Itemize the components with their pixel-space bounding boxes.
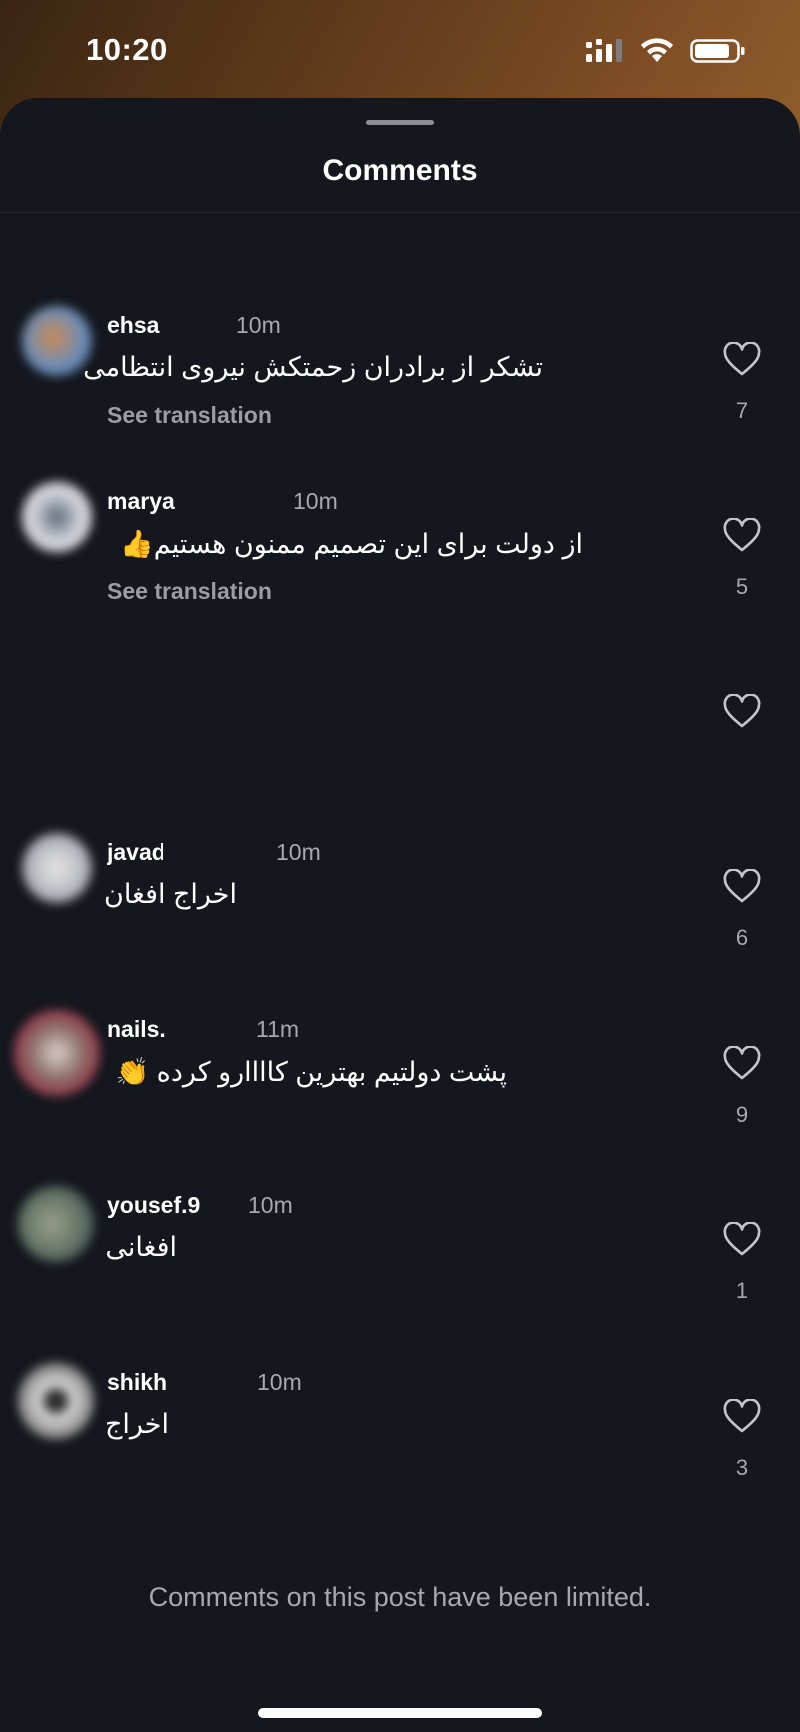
home-indicator[interactable] <box>258 1708 542 1718</box>
comment-text: اخراج <box>104 1409 169 1439</box>
avatar[interactable] <box>22 306 92 376</box>
comment-time: 10m <box>236 312 281 338</box>
comment-text: افغانی <box>105 1232 177 1262</box>
like-count: 3 <box>735 1455 749 1480</box>
comment-username[interactable]: yousef.9 <box>107 1192 203 1219</box>
comment-time: 10m <box>248 1192 293 1218</box>
sheet-grabber[interactable] <box>366 120 434 125</box>
comment-username[interactable]: shikh <box>107 1369 173 1396</box>
avatar[interactable] <box>18 1186 94 1262</box>
comment-text: تشکر از برادران زحمتکش نیروی انتظامی <box>83 352 543 382</box>
like-heart-icon[interactable] <box>722 1399 762 1435</box>
comment-username[interactable]: javad <box>107 839 163 866</box>
comment-username[interactable]: nails. <box>107 1016 169 1043</box>
like-count: 6 <box>735 925 749 950</box>
like-heart-icon[interactable] <box>722 1222 762 1258</box>
like-heart-icon[interactable] <box>722 869 762 905</box>
comment-text: اخراج افغان <box>103 879 237 909</box>
like-heart-icon[interactable] <box>722 342 762 378</box>
comment-time: 11m <box>256 1016 300 1042</box>
avatar[interactable] <box>22 482 92 552</box>
comments-limited-note: Comments on this post have been limited. <box>148 1582 652 1612</box>
comment-text: پشت دولتیم بهترین کاااارو کرده 👏 <box>115 1057 507 1087</box>
avatar[interactable] <box>14 1010 100 1096</box>
screen: 10:20 Comments ehsa 10m تشکر از برادران … <box>0 0 800 1732</box>
like-heart-icon[interactable] <box>722 1046 762 1082</box>
like-count: 5 <box>735 574 749 599</box>
comment-username[interactable]: marya <box>107 488 183 515</box>
sheet-title: Comments <box>322 154 478 187</box>
avatar[interactable] <box>18 1363 94 1439</box>
signal-icon <box>586 39 622 62</box>
see-translation-link[interactable]: See translation <box>107 402 272 429</box>
header-divider <box>0 212 800 213</box>
comment-username[interactable]: ehsa <box>107 312 163 339</box>
status-bar: 10:20 <box>0 0 800 100</box>
comment-time: 10m <box>276 839 321 865</box>
wifi-icon <box>641 38 673 62</box>
like-count: 7 <box>735 398 749 423</box>
like-count: 1 <box>735 1278 749 1303</box>
like-heart-icon[interactable] <box>722 518 762 554</box>
status-time: 10:20 <box>86 32 168 67</box>
avatar[interactable] <box>22 833 92 903</box>
comment-time: 10m <box>293 488 338 514</box>
comment-time: 10m <box>257 1369 302 1395</box>
battery-icon <box>690 39 745 63</box>
comments-sheet: Comments ehsa 10m تشکر از برادران زحمتکش… <box>0 98 800 1732</box>
status-icons <box>586 38 746 64</box>
see-translation-link[interactable]: See translation <box>107 578 272 605</box>
like-count: 9 <box>735 1102 749 1127</box>
comment-text: از دولت برای این تصمیم ممنون هستیم👍 <box>120 529 583 559</box>
like-heart-icon[interactable] <box>722 694 762 730</box>
